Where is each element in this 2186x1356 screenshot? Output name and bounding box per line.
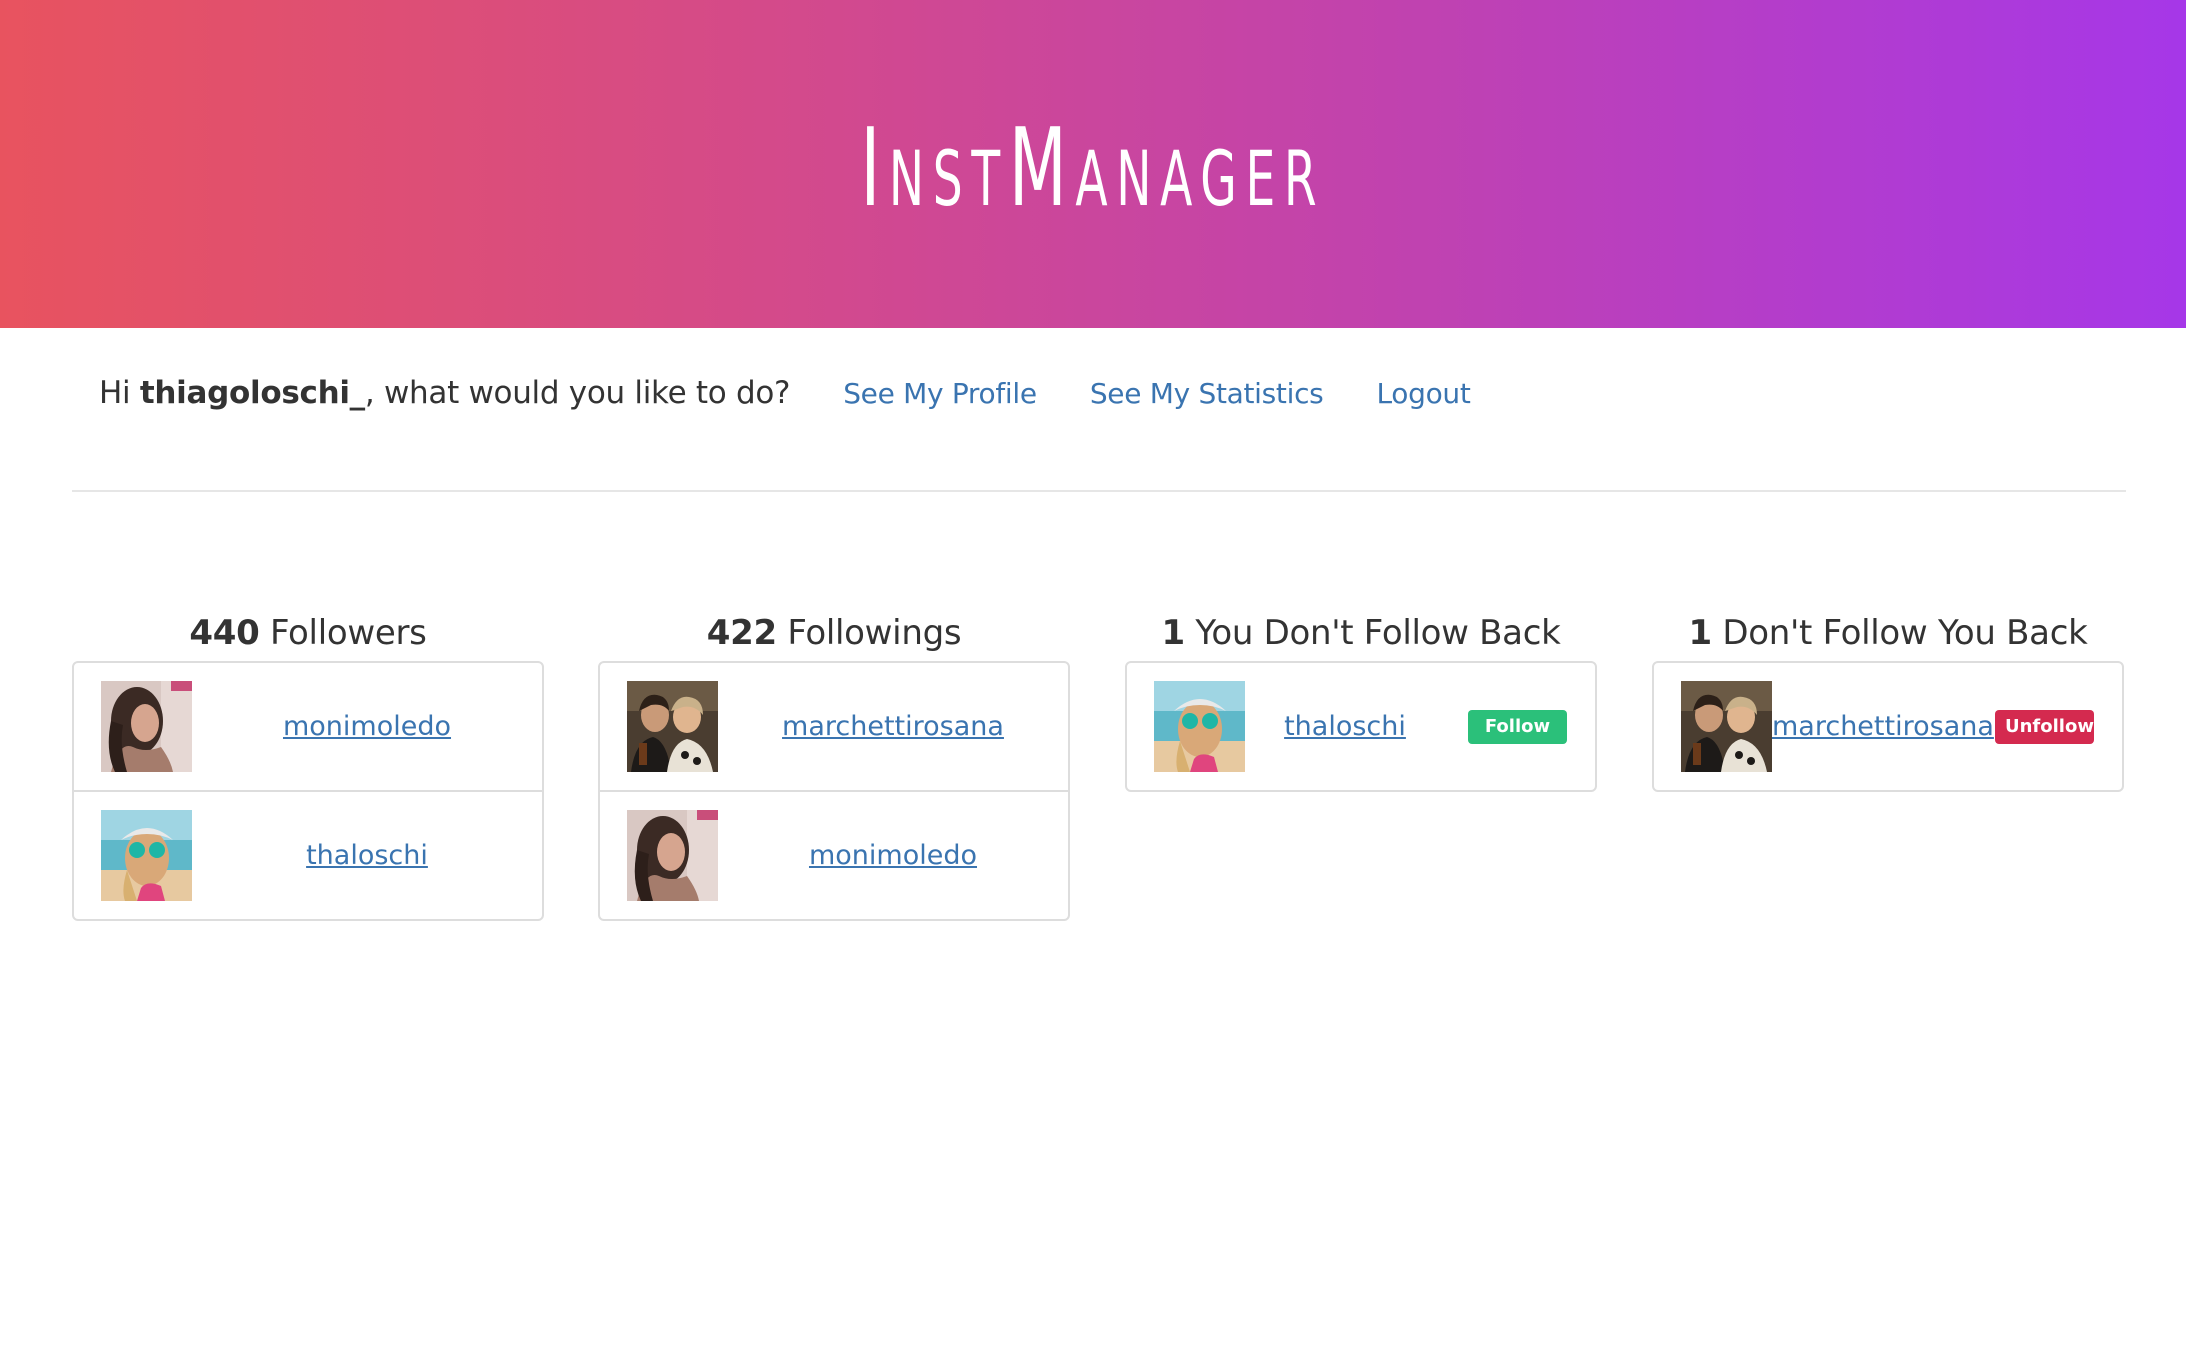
you-dont-follow-back-label: You Don't Follow Back [1184,613,1561,653]
followings-list: marchettirosana monimoledo [598,661,1070,921]
username-link[interactable]: thaloschi [1245,711,1445,742]
dont-follow-you-back-label: Don't Follow You Back [1711,613,2088,653]
list-item: monimoledo [600,790,1068,919]
username-link[interactable]: marchettirosana [718,711,1068,742]
followers-title: 440 Followers [72,605,544,661]
followers-count: 440 [189,613,260,653]
dont-follow-you-back-count: 1 [1688,613,1713,653]
top-nav: Hi thiagoloschi_, what would you like to… [72,370,2126,492]
see-my-profile-link[interactable]: See My Profile [843,377,1037,410]
app-header: InstManager [0,0,2186,328]
follow-button[interactable]: Follow [1468,710,1567,744]
dont-follow-you-back-list: marchettirosana Unfollow [1652,661,2124,792]
app-logo: InstManager [860,105,1326,231]
avatar-couple-icon [627,681,718,772]
you-dont-follow-back-list: thaloschi Follow [1125,661,1597,792]
followers-column: 440 Followers monimoledo thaloschi [72,605,544,921]
avatar-beach-sunglasses-icon [1154,681,1245,772]
list-item: marchettirosana [600,663,1068,790]
avatar-dark-hair-icon [627,810,718,901]
avatar-dark-hair-icon [101,681,192,772]
username-link[interactable]: monimoledo [718,840,1068,871]
followers-list: monimoledo thaloschi [72,661,544,921]
list-item: marchettirosana Unfollow [1654,663,2122,790]
logout-link[interactable]: Logout [1376,377,1470,410]
followers-label: Followers [259,613,427,653]
avatar-couple-icon [1681,681,1772,772]
you-dont-follow-back-count: 1 [1161,613,1186,653]
greeting-prefix: Hi [99,375,140,411]
unfollow-button[interactable]: Unfollow [1995,710,2094,744]
greeting-suffix: , what would you like to do? [364,375,791,411]
list-item: monimoledo [74,663,542,790]
followings-title: 422 Followings [598,605,1070,661]
see-my-statistics-link[interactable]: See My Statistics [1090,377,1324,410]
avatar[interactable] [1154,681,1245,772]
greeting-username: thiagoloschi_ [139,375,365,411]
avatar[interactable] [627,810,718,901]
username-link[interactable]: thaloschi [192,840,542,871]
followings-label: Followings [776,613,962,653]
dont-follow-you-back-column: 1 Don't Follow You Back marchettirosana … [1652,605,2124,792]
dont-follow-you-back-title: 1 Don't Follow You Back [1652,605,2124,661]
avatar[interactable] [101,681,192,772]
you-dont-follow-back-title: 1 You Don't Follow Back [1125,605,1597,661]
avatar[interactable] [1681,681,1772,772]
list-item: thaloschi [74,790,542,919]
followings-column: 422 Followings marchettirosana monimoled… [598,605,1070,921]
followings-count: 422 [706,613,777,653]
avatar[interactable] [101,810,192,901]
username-link[interactable]: monimoledo [192,711,542,742]
greeting: Hi thiagoloschi_, what would you like to… [99,375,790,411]
list-item: thaloschi Follow [1127,663,1595,790]
you-dont-follow-back-column: 1 You Don't Follow Back thaloschi Follow [1125,605,1597,792]
avatar[interactable] [627,681,718,772]
username-link[interactable]: marchettirosana [1772,711,1994,742]
avatar-beach-sunglasses-icon [101,810,192,901]
